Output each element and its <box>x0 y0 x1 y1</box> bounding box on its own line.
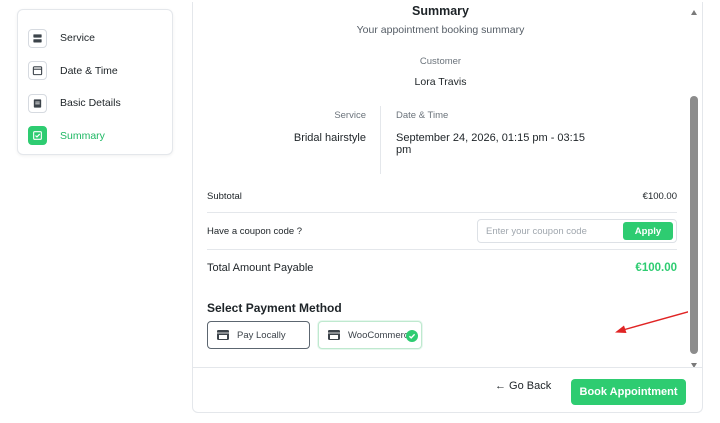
checkbox-icon <box>28 126 47 146</box>
summary-panel: Summary Your appointment booking summary… <box>192 2 703 413</box>
sidebar-item-label: Service <box>60 32 96 45</box>
sidebar-item-date-time[interactable]: Date & Time <box>18 55 172 88</box>
payment-option-label: Pay Locally <box>237 329 286 341</box>
subtotal-value: €100.00 <box>642 190 677 202</box>
page-title: Summary <box>412 4 469 18</box>
page-subtitle: Your appointment booking summary <box>356 24 525 36</box>
sidebar-item-label: Summary <box>60 129 105 142</box>
payment-option-label: WooCommerce <box>348 329 412 341</box>
subtotal-row: Subtotal €100.00 <box>207 180 677 213</box>
sidebar-item-service[interactable]: Service <box>18 22 172 55</box>
payment-method-title: Select Payment Method <box>207 301 342 315</box>
sidebar-item-label: Basic Details <box>60 97 121 110</box>
summary-scroll-area[interactable]: Summary Your appointment booking summary… <box>193 2 688 366</box>
payment-option-pay-locally[interactable]: Pay Locally <box>207 321 310 349</box>
panel-footer: ← Go Back Book Appointment <box>193 367 702 413</box>
payment-option-woocommerce[interactable]: WooCommerce <box>318 321 422 349</box>
annotation-arrow-icon <box>615 311 688 333</box>
coupon-row: Have a coupon code ? Apply <box>207 213 677 250</box>
store-icon <box>217 330 229 340</box>
total-row: Total Amount Payable €100.00 <box>207 250 677 286</box>
datetime-label: Date & Time <box>396 110 449 121</box>
customer-label: Customer <box>419 56 462 67</box>
sidebar-item-label: Date & Time <box>60 64 118 77</box>
booking-steps-sidebar: Service Date & Time Basic Details Summar… <box>17 9 173 155</box>
datetime-value: September 24, 2026, 01:15 pm - 03:15 pm <box>396 132 585 156</box>
datetime-column: Date & Time September 24, 2026, 01:15 pm… <box>396 106 596 156</box>
server-icon <box>28 28 47 48</box>
coupon-label: Have a coupon code ? <box>207 225 303 237</box>
coupon-input[interactable] <box>486 225 616 237</box>
scrollbar-thumb[interactable] <box>690 96 698 354</box>
total-label: Total Amount Payable <box>207 262 314 274</box>
sidebar-item-summary[interactable]: Summary <box>18 120 172 153</box>
store-icon <box>328 330 340 340</box>
sidebar-item-basic-details[interactable]: Basic Details <box>18 87 172 120</box>
customer-name: Lora Travis <box>414 76 467 88</box>
book-appointment-button[interactable]: Book Appointment <box>571 379 686 405</box>
service-value: Bridal hairstyle <box>293 132 366 144</box>
coupon-field: Apply <box>477 219 677 243</box>
apply-coupon-button[interactable]: Apply <box>623 222 673 240</box>
go-back-button[interactable]: ← Go Back <box>495 380 551 392</box>
service-label: Service <box>334 110 366 121</box>
total-value: €100.00 <box>635 262 677 274</box>
selected-check-icon <box>406 330 418 342</box>
vertical-scrollbar[interactable] <box>690 4 700 368</box>
subtotal-label: Subtotal <box>207 190 242 202</box>
document-icon <box>28 93 47 113</box>
calendar-icon <box>28 61 47 81</box>
scroll-up-icon[interactable] <box>691 10 697 15</box>
service-column: Service Bridal hairstyle <box>253 106 381 174</box>
